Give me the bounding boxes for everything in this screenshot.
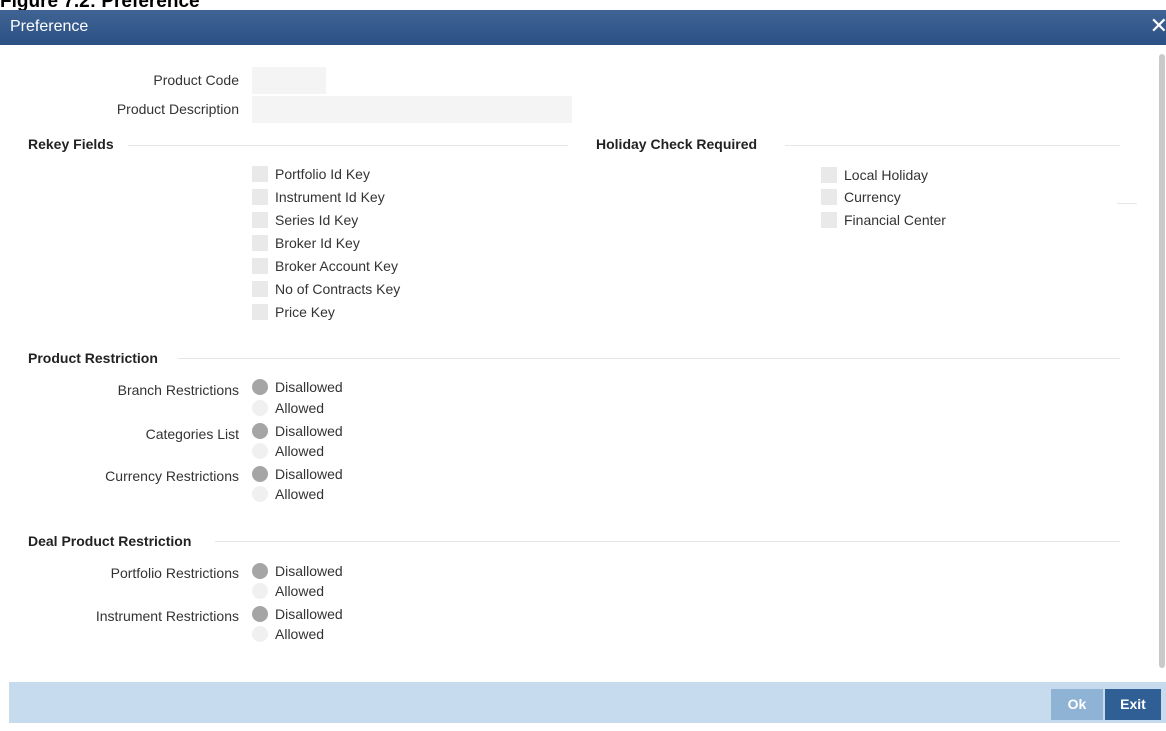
window-titlebar: Preference ✕ <box>0 10 1166 45</box>
portfolio-restrictions-label: Portfolio Restrictions <box>110 565 239 581</box>
checkbox-label: Instrument Id Key <box>275 189 385 205</box>
instrument-restrictions-label: Instrument Restrictions <box>95 608 239 624</box>
section-divider <box>128 145 568 146</box>
deal-product-restriction-heading: Deal Product Restriction <box>28 533 192 549</box>
currency-restrictions-allowed-radio[interactable] <box>252 486 268 502</box>
product-restriction-heading: Product Restriction <box>28 350 158 366</box>
radio-label: Allowed <box>275 583 325 599</box>
branch-restrictions-disallowed-radio[interactable] <box>252 379 268 395</box>
radio-label: Disallowed <box>275 466 343 482</box>
local-holiday-checkbox[interactable] <box>821 167 837 183</box>
instrument-restrictions-allowed-radio[interactable] <box>252 626 268 642</box>
close-icon[interactable]: ✕ <box>1150 14 1166 38</box>
checkbox-label: Price Key <box>275 304 335 320</box>
checkbox-label: Broker Account Key <box>275 258 398 274</box>
portfolio-restrictions-disallowed-radio[interactable] <box>252 563 268 579</box>
portfolio-restrictions-allowed-radio[interactable] <box>252 583 268 599</box>
radio-label: Allowed <box>275 400 325 416</box>
branch-restrictions-allowed-radio[interactable] <box>252 400 268 416</box>
dialog-footer <box>9 682 1166 723</box>
checkbox-label: Portfolio Id Key <box>275 166 370 182</box>
categories-list-disallowed-radio[interactable] <box>252 423 268 439</box>
radio-label: Allowed <box>275 626 325 642</box>
product-code-field[interactable] <box>252 67 326 94</box>
checkbox-label: Broker Id Key <box>275 235 360 251</box>
price-key-checkbox[interactable] <box>252 304 268 320</box>
vertical-scrollbar[interactable] <box>1159 54 1165 668</box>
radio-label: Disallowed <box>275 423 343 439</box>
broker-account-key-checkbox[interactable] <box>252 258 268 274</box>
radio-label: Disallowed <box>275 379 343 395</box>
holiday-check-heading: Holiday Check Required <box>596 136 758 152</box>
window-title: Preference <box>10 18 89 35</box>
section-divider <box>178 358 1120 359</box>
rekey-fields-heading: Rekey Fields <box>28 136 114 152</box>
product-description-field[interactable] <box>252 96 572 123</box>
broker-id-key-checkbox[interactable] <box>252 235 268 251</box>
radio-label: Allowed <box>275 443 325 459</box>
portfolio-id-key-checkbox[interactable] <box>252 166 268 182</box>
financial-center-checkbox[interactable] <box>821 212 837 228</box>
currency-restrictions-disallowed-radio[interactable] <box>252 466 268 482</box>
branch-restrictions-label: Branch Restrictions <box>117 382 239 398</box>
section-divider <box>215 541 1120 542</box>
currency-restrictions-label: Currency Restrictions <box>105 468 239 484</box>
radio-label: Disallowed <box>275 563 343 579</box>
checkbox-label: Local Holiday <box>844 167 929 183</box>
radio-label: Allowed <box>275 486 325 502</box>
product-code-label: Product Code <box>153 72 239 88</box>
series-id-key-checkbox[interactable] <box>252 212 268 228</box>
radio-label: Disallowed <box>275 606 343 622</box>
divider-stub <box>1117 203 1137 204</box>
categories-list-label: Categories List <box>145 426 239 442</box>
checkbox-label: No of Contracts Key <box>275 281 401 297</box>
categories-list-allowed-radio[interactable] <box>252 443 268 459</box>
section-divider <box>785 145 1120 146</box>
currency-checkbox[interactable] <box>821 189 837 205</box>
instrument-restrictions-disallowed-radio[interactable] <box>252 606 268 622</box>
ok-button[interactable]: Ok <box>1051 689 1103 720</box>
product-description-label: Product Description <box>116 101 239 117</box>
checkbox-label: Series Id Key <box>275 212 359 228</box>
checkbox-label: Currency <box>844 189 901 205</box>
exit-button[interactable]: Exit <box>1105 689 1161 720</box>
checkbox-label: Financial Center <box>844 212 946 228</box>
no-of-contracts-key-checkbox[interactable] <box>252 281 268 297</box>
instrument-id-key-checkbox[interactable] <box>252 189 268 205</box>
